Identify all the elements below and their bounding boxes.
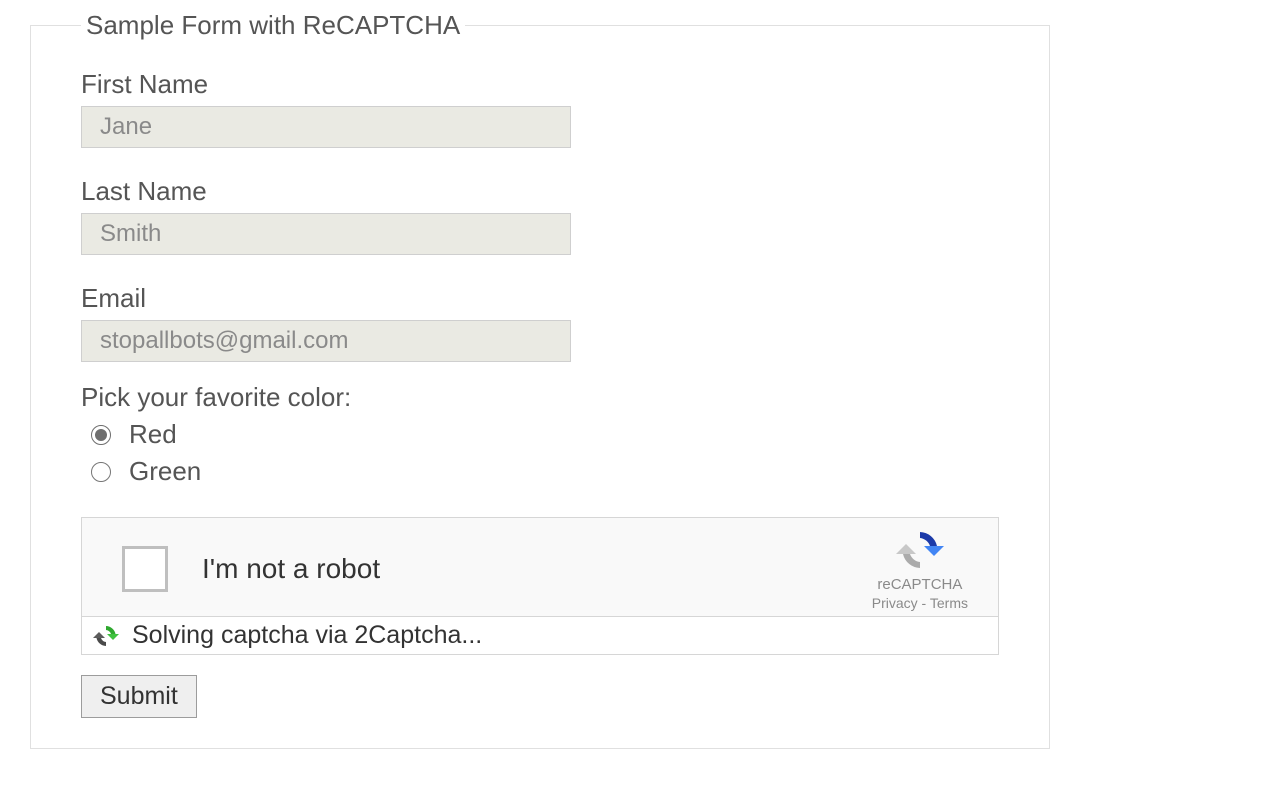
first-name-label: First Name [81, 69, 999, 100]
radio-green[interactable] [91, 462, 111, 482]
radio-red[interactable] [91, 425, 111, 445]
first-name-group: First Name [81, 69, 999, 148]
color-picker-group: Pick your favorite color: Red Green [81, 382, 999, 487]
solving-status-bar: Solving captcha via 2Captcha... [81, 617, 999, 655]
email-group: Email [81, 283, 999, 362]
first-name-input[interactable] [81, 106, 571, 148]
submit-button[interactable]: Submit [81, 675, 197, 718]
radio-option-red[interactable]: Red [91, 419, 999, 450]
recaptcha-text: I'm not a robot [202, 553, 380, 585]
radio-red-label: Red [129, 419, 177, 450]
last-name-label: Last Name [81, 176, 999, 207]
color-picker-prompt: Pick your favorite color: [81, 382, 999, 413]
recaptcha-checkbox[interactable] [122, 546, 168, 592]
recaptcha-privacy-link[interactable]: Privacy [872, 595, 918, 611]
recaptcha-right: reCAPTCHA Privacy - Terms [872, 528, 968, 611]
recaptcha-widget: I'm not a robot reCAPTCHA Privacy - Term… [81, 517, 999, 617]
radio-option-green[interactable]: Green [91, 456, 999, 487]
recaptcha-links: Privacy - Terms [872, 595, 968, 611]
email-input[interactable] [81, 320, 571, 362]
recaptcha-container: I'm not a robot reCAPTCHA Privacy - Term… [81, 517, 999, 655]
solving-status-text: Solving captcha via 2Captcha... [132, 621, 482, 650]
radio-green-label: Green [129, 456, 201, 487]
recaptcha-left: I'm not a robot [122, 546, 380, 592]
recaptcha-brand: reCAPTCHA [872, 576, 968, 593]
recaptcha-logo-icon [892, 528, 948, 572]
form-legend: Sample Form with ReCAPTCHA [81, 10, 465, 41]
email-label: Email [81, 283, 999, 314]
sample-form-fieldset: Sample Form with ReCAPTCHA First Name La… [30, 10, 1050, 749]
solving-refresh-icon [92, 622, 120, 650]
last-name-input[interactable] [81, 213, 571, 255]
last-name-group: Last Name [81, 176, 999, 255]
recaptcha-separator: - [918, 595, 930, 611]
recaptcha-terms-link[interactable]: Terms [930, 595, 968, 611]
